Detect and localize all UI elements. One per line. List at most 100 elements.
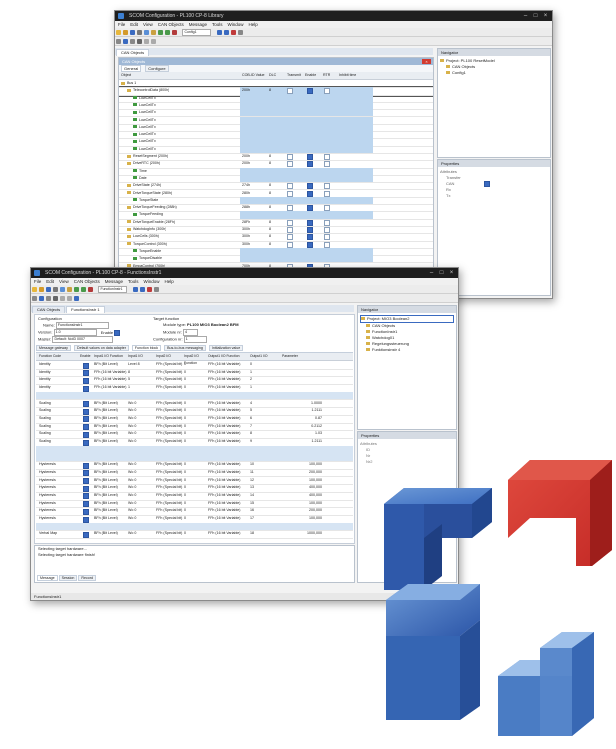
minimize-icon[interactable]: – — [521, 11, 530, 21]
subtab-initialization-value[interactable]: Initialization value — [208, 345, 244, 351]
rtr-checkbox[interactable] — [324, 234, 330, 241]
enable-checkbox[interactable] — [83, 478, 89, 484]
menu-item-window[interactable]: Window — [228, 22, 244, 27]
menu-item-window[interactable]: Window — [144, 279, 160, 284]
transmit-checkbox[interactable] — [287, 205, 293, 212]
menu-item-can-objects[interactable]: CAN Objects — [74, 279, 100, 284]
module-nr-field[interactable]: 4 — [183, 329, 199, 336]
property-checkbox[interactable] — [484, 181, 491, 187]
zoom-icon[interactable] — [46, 295, 51, 301]
rtr-checkbox[interactable] — [324, 205, 330, 212]
enable-checkbox[interactable] — [83, 462, 89, 469]
enable-checkbox[interactable] — [83, 501, 89, 508]
upload-icon[interactable] — [223, 29, 229, 35]
transmit-checkbox[interactable] — [287, 241, 293, 248]
cut-icon[interactable] — [53, 286, 58, 292]
grid-icon[interactable] — [39, 295, 44, 301]
download-icon[interactable] — [216, 29, 222, 35]
find-icon[interactable] — [53, 295, 58, 301]
menu-item-edit[interactable]: Edit — [46, 279, 54, 284]
enable-checkbox[interactable] — [307, 227, 313, 233]
navigator-item[interactable]: Project: MIO3 Boolean2 — [360, 315, 454, 323]
enable-checkbox[interactable] — [307, 183, 313, 190]
tab-can-objects[interactable]: CAN Objects — [32, 306, 66, 313]
enable-checkbox[interactable] — [83, 416, 89, 423]
menu-item-tools[interactable]: Tools — [128, 279, 139, 284]
save-icon[interactable] — [46, 286, 51, 292]
minimize-icon[interactable]: – — [427, 268, 436, 278]
menu-item-view[interactable]: View — [143, 22, 153, 27]
enable-checkbox[interactable] — [307, 88, 313, 95]
enable-checkbox[interactable] — [307, 219, 313, 226]
monitor-icon[interactable] — [237, 29, 243, 35]
menu-item-file[interactable]: File — [34, 279, 41, 284]
enable-checkbox[interactable] — [83, 508, 89, 515]
subtab-default-values-on-data-adapter[interactable]: Default values on data adapter — [73, 345, 129, 351]
menu-item-can-objects[interactable]: CAN Objects — [158, 22, 184, 27]
open-icon[interactable] — [39, 286, 44, 292]
menu-item-message[interactable]: Message — [189, 22, 207, 27]
align-icon[interactable] — [32, 295, 37, 301]
enable-checkbox[interactable] — [114, 329, 121, 336]
subtab-configure[interactable]: Configure — [145, 65, 169, 72]
zoom-icon[interactable] — [130, 38, 135, 44]
transmit-checkbox[interactable] — [287, 234, 293, 241]
copy-icon[interactable] — [144, 29, 149, 35]
rtr-checkbox[interactable] — [324, 190, 330, 197]
tab-can-objects[interactable]: CAN Objects — [116, 49, 150, 56]
enable-checkbox[interactable] — [307, 154, 313, 160]
rtr-checkbox[interactable] — [324, 154, 330, 160]
chart-icon[interactable] — [74, 295, 79, 301]
copy-icon[interactable] — [60, 286, 65, 292]
filter-icon[interactable] — [144, 38, 149, 44]
enable-checkbox[interactable] — [307, 241, 313, 248]
navigator-item[interactable]: Config1 — [440, 70, 548, 76]
enable-checkbox[interactable] — [307, 234, 313, 241]
menu-item-help[interactable]: Help — [165, 279, 174, 284]
redo-icon[interactable] — [81, 286, 86, 292]
grid-icon[interactable] — [123, 38, 128, 44]
menu-item-edit[interactable]: Edit — [130, 22, 138, 27]
subtab-general[interactable]: General — [121, 65, 142, 72]
output-tab-session[interactable]: Session — [58, 575, 78, 581]
config-combo[interactable]: Config1 — [182, 29, 212, 36]
cut-icon[interactable] — [137, 29, 142, 35]
new-icon[interactable] — [116, 29, 121, 35]
master-field[interactable]: Default: NoID 0007 — [52, 336, 114, 343]
enable-checkbox[interactable] — [83, 493, 89, 500]
rtr-checkbox[interactable] — [324, 241, 330, 248]
build-icon[interactable] — [172, 29, 177, 35]
find-icon[interactable] — [137, 38, 142, 44]
rtr-checkbox[interactable] — [324, 227, 330, 233]
redo-icon[interactable] — [165, 29, 170, 35]
undo-icon[interactable] — [74, 286, 79, 292]
version-field[interactable]: 1.0 — [53, 329, 97, 336]
menu-item-tools[interactable]: Tools — [212, 22, 223, 27]
sort-icon[interactable] — [151, 38, 156, 44]
paste-icon[interactable] — [67, 286, 72, 292]
close-icon[interactable]: × — [447, 268, 456, 278]
enable-checkbox[interactable] — [307, 205, 313, 212]
menu-item-message[interactable]: Message — [105, 279, 123, 284]
enable-checkbox[interactable] — [83, 424, 89, 431]
transmit-checkbox[interactable] — [287, 219, 293, 226]
new-icon[interactable] — [32, 286, 37, 292]
transmit-checkbox[interactable] — [287, 183, 293, 190]
rtr-checkbox[interactable] — [324, 219, 330, 226]
open-icon[interactable] — [123, 29, 128, 35]
enable-checkbox[interactable] — [83, 531, 89, 538]
filter-icon[interactable] — [60, 295, 65, 301]
monitor-icon[interactable] — [153, 286, 159, 292]
enable-checkbox[interactable] — [83, 377, 89, 384]
download-icon[interactable] — [132, 286, 138, 292]
maximize-icon[interactable]: □ — [437, 268, 446, 278]
enable-checkbox[interactable] — [83, 408, 89, 415]
sort-icon[interactable] — [67, 295, 72, 301]
enable-checkbox[interactable] — [83, 485, 89, 492]
transmit-checkbox[interactable] — [287, 88, 293, 95]
subtab-bus-to-bus-messaging[interactable]: Bus-to-bus messaging — [164, 345, 206, 351]
rtr-checkbox[interactable] — [324, 183, 330, 190]
table-row[interactable]: Verbal Map BFh (Bit Level) Wo 0 FFh (Specia… — [36, 530, 353, 540]
function-combo[interactable]: FunctionInstr1 — [98, 286, 128, 293]
navigator-item[interactable]: Funktionsinstr 4 — [360, 347, 454, 353]
